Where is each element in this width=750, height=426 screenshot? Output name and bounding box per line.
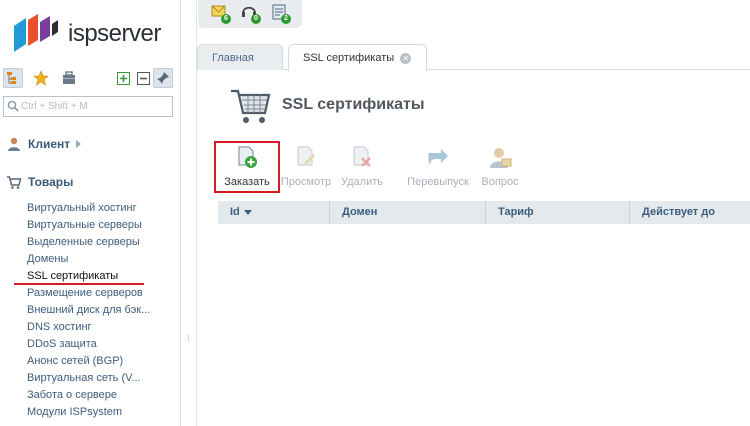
page-title: SSL сертификаты bbox=[282, 96, 425, 113]
sidebar-splitter[interactable]: ⁞ bbox=[181, 0, 197, 426]
sidebar-section-label: Товары bbox=[28, 175, 74, 189]
tab-label: SSL сертификаты bbox=[303, 52, 395, 64]
tab-ssl-certificates[interactable]: SSL сертификаты ✕ bbox=[288, 44, 427, 71]
sidebar: ispserver Ctrl + Shift + M Клиент Товары… bbox=[0, 0, 181, 426]
notification-count-badge: 6 bbox=[221, 14, 231, 24]
sidebar-toolbar bbox=[3, 68, 177, 88]
search-icon bbox=[7, 100, 19, 112]
sidebar-item-virtual-servers[interactable]: Виртуальные серверы bbox=[27, 218, 150, 235]
sidebar-item-colocation[interactable]: Размещение серверов bbox=[27, 286, 150, 303]
delete-button[interactable]: Удалить bbox=[336, 141, 388, 193]
column-label: Id bbox=[230, 206, 240, 218]
tab-main[interactable]: Главная bbox=[197, 44, 283, 70]
favorites-button[interactable] bbox=[31, 68, 51, 88]
briefcase-icon bbox=[63, 71, 75, 84]
sidebar-section-client[interactable]: Клиент bbox=[6, 136, 82, 152]
sidebar-item-ddos-protection[interactable]: DDoS защита bbox=[27, 337, 150, 354]
user-icon bbox=[8, 137, 20, 151]
view-button-label: Просмотр bbox=[280, 176, 332, 188]
top-notification-panel: 6 0 2 bbox=[198, 0, 302, 28]
sidebar-item-backup-disk[interactable]: Внешний диск для бэк... bbox=[27, 303, 150, 320]
cart-icon bbox=[7, 176, 22, 189]
column-label: Тариф bbox=[498, 206, 534, 218]
reissue-button[interactable]: Перевыпуск bbox=[404, 141, 472, 193]
column-header-id[interactable]: Id bbox=[218, 201, 330, 224]
delete-document-icon bbox=[353, 146, 371, 167]
support-button[interactable]: 0 bbox=[240, 3, 261, 24]
minus-box-icon bbox=[136, 71, 150, 85]
tasks-button[interactable]: 2 bbox=[270, 3, 291, 24]
view-button[interactable]: Просмотр bbox=[276, 141, 336, 193]
tab-bar: Главная SSL сертификаты ✕ bbox=[197, 44, 750, 71]
shopping-cart-icon bbox=[231, 89, 271, 123]
reissue-button-label: Перевыпуск bbox=[407, 176, 469, 188]
highlight-frame bbox=[214, 141, 280, 193]
sidebar-item-virtual-hosting[interactable]: Виртуальный хостинг bbox=[27, 201, 150, 218]
question-button[interactable]: Вопрос bbox=[476, 141, 524, 193]
brand-name: ispserver bbox=[68, 20, 161, 47]
logo-mark-icon bbox=[14, 14, 58, 52]
star-icon bbox=[33, 70, 49, 86]
sidebar-item-dns-hosting[interactable]: DNS хостинг bbox=[27, 320, 150, 337]
sidebar-item-dedicated-servers[interactable]: Выделенные серверы bbox=[27, 235, 150, 252]
pin-icon bbox=[156, 72, 169, 85]
notifications-button[interactable]: 6 bbox=[210, 3, 231, 24]
sidebar-item-virtual-network[interactable]: Виртуальная сеть (V... bbox=[27, 371, 150, 388]
delete-button-label: Удалить bbox=[341, 176, 383, 188]
pin-sidebar-button[interactable] bbox=[153, 68, 173, 88]
sidebar-section-label: Клиент bbox=[28, 137, 71, 151]
sidebar-section-goods[interactable]: Товары bbox=[6, 174, 73, 190]
drag-handle-icon: ⁞ bbox=[187, 333, 190, 343]
goods-nav-list: Виртуальный хостинг Виртуальные серверы … bbox=[27, 201, 150, 422]
brand-logo[interactable]: ispserver bbox=[12, 14, 161, 54]
column-label: Домен bbox=[342, 206, 378, 218]
tree-icon bbox=[7, 72, 16, 84]
column-header-valid-until[interactable]: Действует до bbox=[630, 201, 750, 224]
reissue-arrow-icon bbox=[428, 149, 448, 165]
page-header: SSL сертификаты bbox=[228, 83, 425, 127]
close-tab-icon[interactable]: ✕ bbox=[400, 52, 412, 64]
support-count-badge: 0 bbox=[251, 14, 261, 24]
tab-label: Главная bbox=[212, 52, 254, 64]
current-item-underline bbox=[14, 283, 144, 285]
tasks-count-badge: 2 bbox=[281, 14, 291, 24]
tree-view-button[interactable] bbox=[3, 68, 23, 88]
search-box bbox=[3, 96, 173, 117]
question-button-label: Вопрос bbox=[481, 176, 519, 188]
sidebar-item-server-care[interactable]: Забота о сервере bbox=[27, 388, 150, 405]
app-window: ispserver Ctrl + Shift + M Клиент Товары… bbox=[0, 0, 750, 426]
search-input[interactable] bbox=[21, 99, 169, 114]
column-label: Действует до bbox=[642, 206, 715, 218]
sidebar-item-ispsystem-modules[interactable]: Модули ISPsystem bbox=[27, 405, 150, 422]
column-header-tariff[interactable]: Тариф bbox=[486, 201, 630, 224]
plus-box-icon bbox=[116, 71, 130, 85]
sort-desc-icon bbox=[243, 209, 252, 215]
briefcase-button[interactable] bbox=[59, 68, 79, 88]
sidebar-item-domains[interactable]: Домены bbox=[27, 252, 150, 269]
table-header: Id Домен Тариф Действует до bbox=[218, 201, 750, 224]
expand-all-button[interactable] bbox=[113, 68, 133, 88]
question-user-icon bbox=[490, 148, 512, 168]
column-header-domain[interactable]: Домен bbox=[330, 201, 486, 224]
sidebar-item-bgp[interactable]: Анонс сетей (BGP) bbox=[27, 354, 150, 371]
chevron-right-icon bbox=[76, 140, 82, 148]
edit-document-icon bbox=[297, 146, 315, 166]
collapse-all-button[interactable] bbox=[133, 68, 153, 88]
main-content: SSL сертификаты Заказать Просмотр Удалит… bbox=[198, 71, 750, 426]
